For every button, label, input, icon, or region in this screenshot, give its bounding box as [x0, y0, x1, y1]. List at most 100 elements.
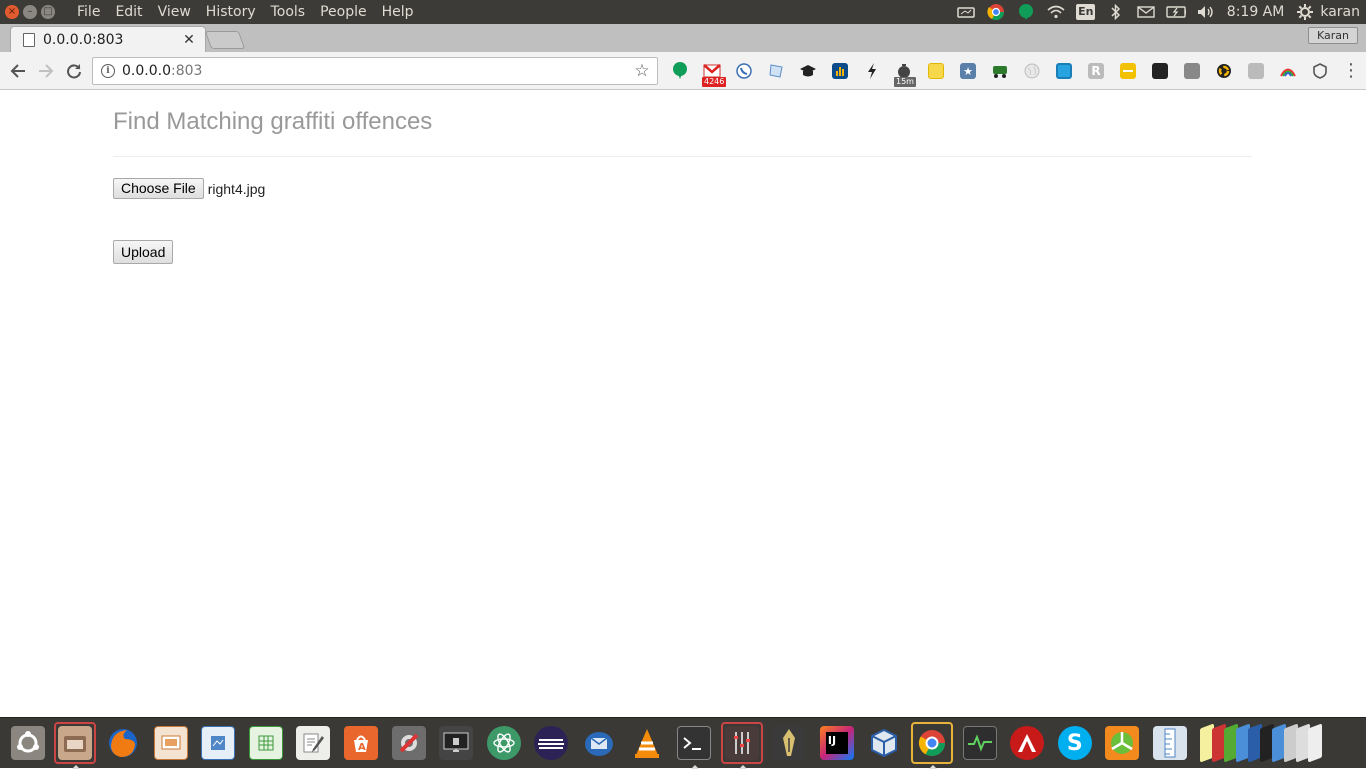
new-tab-button[interactable] — [204, 31, 246, 49]
dock-overflow-stack[interactable] — [1199, 723, 1322, 763]
system-tray: En 8:19 AM karan — [951, 0, 1366, 24]
gmail-unread-badge: 4246 — [702, 77, 727, 87]
address-bar[interactable]: i 0.0.0.0:803 ☆ — [92, 57, 658, 85]
skype-icon[interactable]: S — [1054, 722, 1096, 764]
rainbow-extension-icon[interactable] — [1272, 61, 1304, 81]
bluetooth-icon[interactable] — [1106, 3, 1126, 21]
minimize-window-button[interactable]: – — [23, 5, 37, 19]
tab-title: 0.0.0.0:803 — [43, 31, 124, 48]
battery-icon[interactable] — [1166, 3, 1186, 21]
phone-extension-icon[interactable] — [728, 61, 760, 81]
extension-icons: 4246 15m ★ R — [664, 52, 1336, 90]
virtualbox-icon[interactable] — [863, 722, 905, 764]
remote-desktop-icon[interactable] — [435, 722, 477, 764]
menu-help[interactable]: Help — [375, 4, 422, 20]
page-title: Find Matching graffiti offences — [113, 108, 433, 135]
analytics-extension-icon[interactable] — [824, 61, 856, 81]
chosen-file-name: right4.jpg — [207, 180, 266, 197]
eclipse-icon[interactable] — [530, 722, 572, 764]
writer-icon[interactable] — [197, 722, 239, 764]
forward-button[interactable] — [32, 57, 60, 85]
tab-active[interactable]: 0.0.0.0:803 ✕ — [10, 26, 206, 52]
text-editor-icon[interactable] — [292, 722, 334, 764]
gear-icon[interactable] — [1295, 3, 1315, 21]
software-center-icon[interactable]: A — [340, 722, 382, 764]
impress-icon[interactable] — [150, 722, 192, 764]
wifi-icon[interactable] — [1046, 3, 1066, 21]
shield-extension-icon[interactable] — [1304, 61, 1336, 81]
incognito-extension-icon[interactable] — [1144, 61, 1176, 81]
info-icon[interactable]: i — [101, 64, 115, 78]
thunderbird-icon[interactable] — [578, 722, 620, 764]
hangouts-tray-icon[interactable] — [1016, 3, 1036, 21]
tab-strip: 0.0.0.0:803 ✕ Karan — [0, 24, 1366, 52]
chrome-launcher-icon[interactable] — [911, 722, 954, 769]
terminal-icon[interactable] — [673, 722, 715, 769]
intellij-icon[interactable]: IJ — [816, 722, 858, 764]
graduation-cap-icon[interactable] — [792, 61, 824, 81]
menu-file[interactable]: File — [70, 4, 108, 20]
train-extension-icon[interactable] — [984, 61, 1016, 81]
color-wheel-extension-icon[interactable] — [1208, 61, 1240, 81]
menu-view[interactable]: View — [151, 4, 199, 20]
file-input[interactable]: Choose File right4.jpg — [113, 178, 265, 199]
browser-toolbar: i 0.0.0.0:803 ☆ 4246 15m ★ R ⋮ — [0, 52, 1366, 90]
back-button[interactable] — [4, 57, 32, 85]
svg-text:A: A — [358, 742, 366, 753]
mail-icon[interactable] — [1136, 3, 1156, 21]
window-extension-icon[interactable] — [1048, 61, 1080, 81]
profile-button[interactable]: Karan — [1308, 27, 1358, 44]
notes-extension-icon[interactable] — [920, 61, 952, 81]
flag-extension-icon[interactable] — [760, 61, 792, 81]
pen-tool-icon[interactable] — [768, 722, 810, 764]
timer-badge: 15m — [894, 77, 916, 87]
gmail-extension-icon[interactable]: 4246 — [696, 61, 728, 87]
close-window-button[interactable]: × — [5, 5, 19, 19]
choose-file-button[interactable]: Choose File — [113, 178, 204, 199]
app-menubar: File Edit View History Tools People Help — [70, 4, 422, 20]
title-divider — [113, 156, 1252, 157]
page-icon — [23, 32, 35, 47]
text-extension-icon[interactable] — [1240, 61, 1272, 81]
menu-tools[interactable]: Tools — [264, 4, 314, 20]
calc-icon[interactable] — [245, 722, 287, 764]
system-settings-icon[interactable] — [388, 722, 430, 764]
upload-button[interactable]: Upload — [113, 240, 174, 264]
r-extension-icon[interactable]: R — [1080, 61, 1112, 81]
atom-icon[interactable] — [483, 722, 525, 764]
disk-utility-icon[interactable] — [1101, 722, 1143, 764]
launcher-dock: A IJ S — [0, 717, 1366, 769]
files-icon[interactable] — [54, 722, 97, 769]
keyboard-layout-indicator[interactable]: En — [1076, 3, 1096, 21]
menu-edit[interactable]: Edit — [108, 4, 150, 20]
maximize-window-button[interactable]: □ — [41, 5, 55, 19]
yellow-extension-icon[interactable] — [1112, 61, 1144, 81]
bookmark-star-icon[interactable]: ☆ — [632, 61, 652, 81]
acrobat-icon[interactable] — [1006, 722, 1048, 764]
system-monitor-icon[interactable] — [959, 722, 1001, 764]
globe-extension-icon[interactable] — [1016, 61, 1048, 81]
hangouts-extension-icon[interactable] — [664, 61, 696, 81]
session-user[interactable]: karan — [1320, 4, 1360, 20]
reload-button[interactable] — [60, 57, 88, 85]
disk-indicator-icon[interactable] — [956, 3, 976, 21]
ruler-icon[interactable] — [1149, 722, 1191, 764]
timer-extension-icon[interactable]: 15m — [888, 61, 920, 87]
mixer-icon[interactable] — [720, 722, 763, 769]
pocket-extension-icon[interactable] — [1176, 61, 1208, 81]
chrome-tray-icon[interactable] — [986, 3, 1006, 21]
close-tab-icon[interactable]: ✕ — [181, 32, 197, 48]
volume-icon[interactable] — [1196, 3, 1216, 21]
url-text[interactable]: 0.0.0.0:803 — [122, 63, 632, 79]
firefox-icon[interactable] — [102, 722, 144, 764]
ubuntu-dash-icon[interactable] — [7, 722, 49, 764]
menu-history[interactable]: History — [199, 4, 264, 20]
window-controls: × – □ — [5, 5, 63, 19]
chrome-menu-icon[interactable]: ⋮ — [1342, 61, 1360, 81]
clock[interactable]: 8:19 AM — [1227, 4, 1285, 20]
vlc-icon[interactable] — [626, 722, 668, 764]
menu-people[interactable]: People — [313, 4, 375, 20]
star-extension-icon[interactable]: ★ — [952, 61, 984, 81]
top-panel: × – □ File Edit View History Tools Peopl… — [0, 0, 1366, 24]
lightning-icon[interactable] — [856, 61, 888, 81]
